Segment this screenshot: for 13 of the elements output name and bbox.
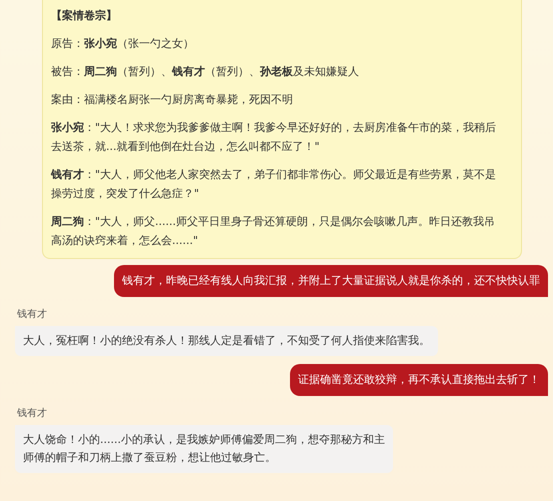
incoming-message: 大人，冤枉啊！小的绝没有杀人！那线人定是看错了，不知受了何人指使来陷害我。: [15, 326, 438, 356]
case-file-paragraph: 被告：周二狗（暂列）、钱有才（暂列）、孙老板及未知嫌疑人: [51, 64, 360, 80]
case-file-paragraph: 钱有才："大人，师父他老人家突然去了，弟子们都非常伤心。师父最近是有些劳累，莫不是操劳过度，突发了什么急症？": [51, 167, 498, 202]
incoming-message: 大人饶命！小的......小的承认，是我嫉妒师傅偏爱周二狗，想夺那秘方和主 师傅的帽子和刀柄上撒了蚕豆粉，想让他过敏身亡。: [15, 425, 393, 473]
case-file-paragraph: 张小宛："大人！求求您为我爹爹做主啊！我爹今早还好好的，去厨房准备午市的菜，我稍后去送茶，就...就看到他倒在灶台边，怎么叫都不应了！": [51, 120, 498, 155]
case-file-paragraph: 原告：张小宛（张一勺之女）: [51, 36, 195, 52]
case-file-paragraph: 周二狗："大人，师父......师父平日里身子骨还算硬朗，只是偶尔会咳嗽几声。昨日还教我吊高汤的诀窍来着，怎么会......": [51, 214, 496, 249]
case-file-paragraph: 案由：福满楼名厨张一勺厨房离奇暴毙，死因不明: [51, 92, 294, 108]
sender-name: 钱有才: [17, 406, 47, 421]
outgoing-message: 钱有才，昨晚已经有线人向我汇报，并附上了大量证据说人就是你杀的，还不快快认罪: [114, 265, 548, 297]
sender-name: 钱有才: [17, 308, 47, 322]
outgoing-message: 证据确凿竟还敢狡辩，再不承认直接拖出去斩了！: [290, 364, 548, 396]
case-file-title: 【案情卷宗】: [51, 8, 118, 24]
